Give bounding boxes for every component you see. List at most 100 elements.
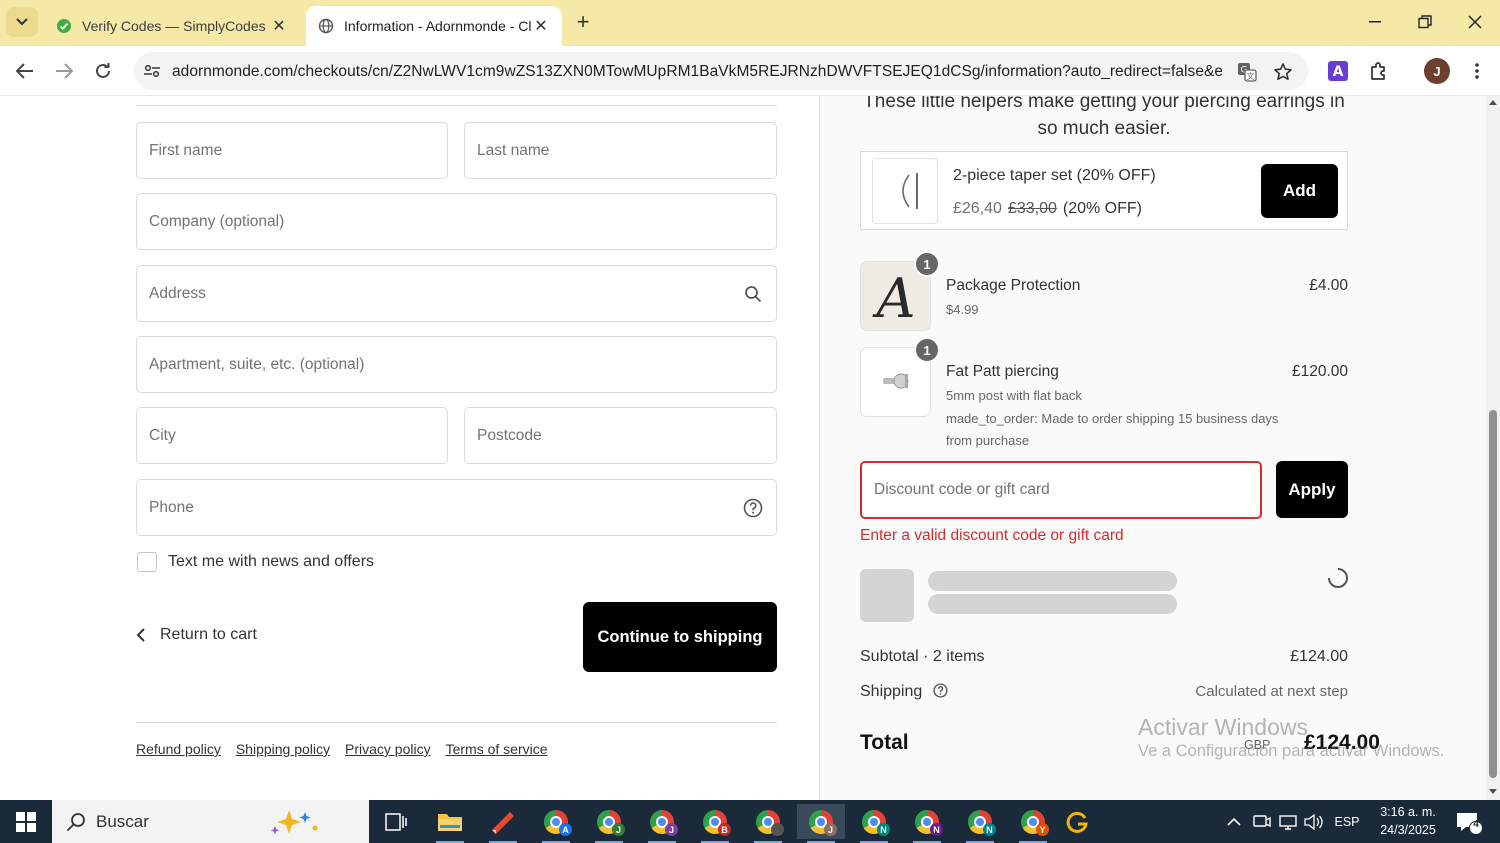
reload-button[interactable] <box>88 56 118 86</box>
line-item-name: Package Protection <box>946 277 1081 294</box>
bookmark-star-icon[interactable] <box>1272 61 1294 83</box>
tab-close-icon[interactable]: ✕ <box>270 17 288 35</box>
forward-button[interactable] <box>49 56 79 86</box>
taskbar-clock[interactable]: 3:16 a. m. 24/3/2025 <box>1368 803 1448 839</box>
apartment-field[interactable] <box>136 336 777 393</box>
tray-overflow-button[interactable] <box>1222 800 1246 843</box>
subtotal-value: £124.00 <box>1290 648 1348 665</box>
loading-skeleton-line <box>928 571 1177 591</box>
chrome-profile-button[interactable] <box>744 804 792 843</box>
notification-center-button[interactable]: 4 <box>1452 808 1484 836</box>
chrome-profile-button[interactable]: A <box>532 804 580 843</box>
meet-now-button[interactable] <box>1250 800 1274 843</box>
tab-information[interactable]: Information - Adornmonde - Cl ✕ <box>306 6 562 46</box>
quantity-badge: 1 <box>914 337 940 363</box>
close-window-button[interactable] <box>1452 6 1498 38</box>
address-bar[interactable]: adornmonde.com/checkouts/cn/Z2NwLWV1cm9w… <box>134 52 1308 90</box>
upsell-compare-price: £33,00 <box>1007 200 1057 217</box>
network-button[interactable] <box>1276 800 1300 843</box>
profile-badge: Y <box>1036 823 1049 836</box>
help-circle-icon[interactable] <box>742 497 764 519</box>
back-button[interactable] <box>10 56 40 86</box>
site-info-icon[interactable] <box>142 61 162 81</box>
checkout-page: Text me with news and offers Return to c… <box>0 96 1500 800</box>
discount-code-input[interactable] <box>862 463 1260 517</box>
new-tab-button[interactable]: + <box>570 10 596 36</box>
terms-of-service-link[interactable]: Terms of service <box>446 741 548 757</box>
company-field[interactable] <box>136 193 777 250</box>
tab-close-icon[interactable]: ✕ <box>532 17 550 35</box>
last-name-input[interactable] <box>465 123 776 178</box>
city-field[interactable] <box>136 407 448 464</box>
svg-text:A: A <box>1333 64 1344 80</box>
chrome-profile-button[interactable]: J <box>638 804 686 843</box>
minimize-button[interactable] <box>1352 6 1398 38</box>
chrome-profile-button[interactable]: Y <box>1009 804 1057 843</box>
extension-a-icon[interactable]: A <box>1325 58 1351 84</box>
continue-to-shipping-button[interactable]: Continue to shipping <box>583 602 777 672</box>
chrome-profile-button[interactable]: B <box>691 804 739 843</box>
task-view-icon <box>385 812 407 831</box>
input-language[interactable]: ESP <box>1330 800 1364 843</box>
postcode-field[interactable] <box>464 407 777 464</box>
shipping-policy-link[interactable]: Shipping policy <box>236 741 330 757</box>
chevron-down-icon <box>16 18 28 26</box>
page-scrollbar[interactable] <box>1486 96 1500 800</box>
first-name-field[interactable] <box>136 122 448 179</box>
windows-logo-icon <box>16 811 36 832</box>
chrome-profile-button[interactable]: N <box>850 804 898 843</box>
return-to-cart-link[interactable]: Return to cart <box>136 626 257 644</box>
chrome-profile-button[interactable]: N <box>956 804 1004 843</box>
browser-menu-icon[interactable] <box>1464 58 1490 84</box>
shipping-value: Calculated at next step <box>1195 683 1348 700</box>
profile-badge: A <box>559 823 572 836</box>
apply-discount-button[interactable]: Apply <box>1276 461 1348 518</box>
privacy-policy-link[interactable]: Privacy policy <box>345 741 431 757</box>
taskbar-search[interactable]: Buscar <box>52 800 369 843</box>
phone-field[interactable] <box>136 479 777 536</box>
tab-search-button[interactable] <box>6 7 38 37</box>
total-label: Total <box>860 731 909 754</box>
last-name-field[interactable] <box>464 122 777 179</box>
phone-input[interactable] <box>137 480 776 535</box>
task-view-button[interactable] <box>372 804 420 839</box>
pdf-reader-button[interactable] <box>479 804 527 843</box>
scrollbar-thumb[interactable] <box>1489 410 1497 778</box>
profile-badge: J <box>824 823 837 836</box>
apartment-input[interactable] <box>137 337 776 392</box>
scroll-down-icon[interactable] <box>1489 789 1497 794</box>
help-circle-icon[interactable] <box>933 683 948 698</box>
app-button[interactable] <box>1053 804 1101 839</box>
chrome-profile-button[interactable]: J <box>797 804 845 843</box>
chrome-profile-button[interactable]: J <box>585 804 633 843</box>
address-field[interactable] <box>136 265 777 322</box>
folder-icon <box>438 813 462 831</box>
tab-verify-codes[interactable]: Verify Codes — SimplyCodes ✕ <box>44 6 300 46</box>
discount-code-field[interactable] <box>860 461 1262 519</box>
simplycodes-favicon-icon <box>57 19 71 33</box>
upsell-product-image <box>872 158 938 224</box>
news-offers-option[interactable]: Text me with news and offers <box>137 552 374 572</box>
refund-policy-link[interactable]: Refund policy <box>136 741 221 757</box>
city-input[interactable] <box>137 408 447 463</box>
company-input[interactable] <box>137 194 776 249</box>
profile-avatar[interactable]: J <box>1424 58 1450 84</box>
first-name-input[interactable] <box>137 123 447 178</box>
line-item-price: £120.00 <box>1291 363 1348 380</box>
volume-button[interactable] <box>1302 800 1326 843</box>
profile-badge: N <box>930 823 943 836</box>
news-offers-checkbox[interactable] <box>137 552 157 572</box>
postcode-input[interactable] <box>465 408 776 463</box>
add-upsell-button[interactable]: Add <box>1261 164 1338 218</box>
chevron-up-icon <box>1227 817 1241 826</box>
network-icon <box>1279 814 1297 830</box>
start-button[interactable] <box>0 800 52 843</box>
divider <box>136 105 777 106</box>
address-input[interactable] <box>137 266 776 321</box>
scroll-up-icon[interactable] <box>1489 100 1497 105</box>
restore-button[interactable] <box>1402 6 1448 38</box>
file-explorer-button[interactable] <box>426 804 474 843</box>
translate-icon[interactable]: G文 <box>1236 61 1258 83</box>
chrome-profile-button[interactable]: N <box>903 804 951 843</box>
extensions-puzzle-icon[interactable] <box>1366 58 1392 84</box>
